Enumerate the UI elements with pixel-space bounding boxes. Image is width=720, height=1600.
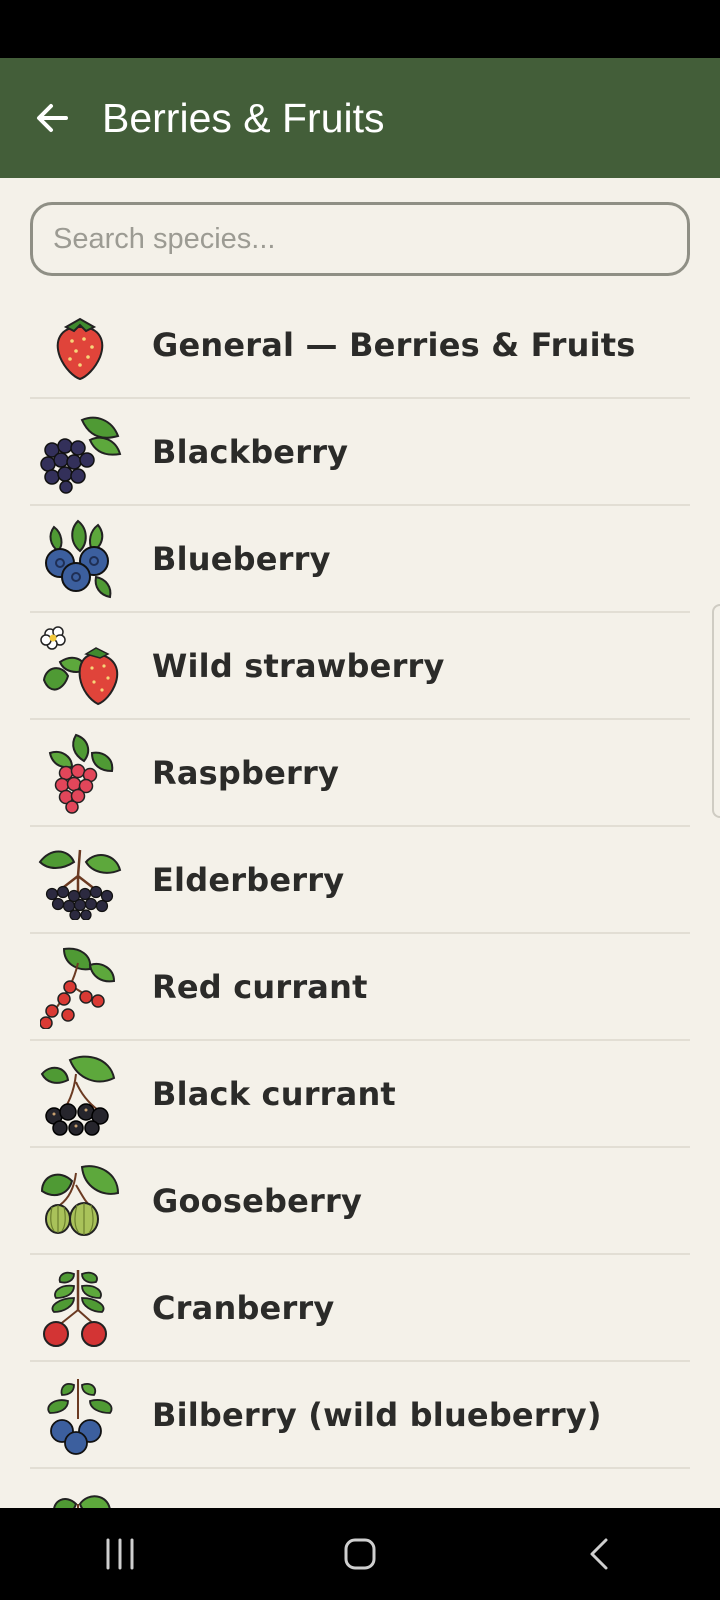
- list-item[interactable]: Bilberry (wild blueberry): [30, 1362, 690, 1469]
- list-item[interactable]: Black currant: [30, 1041, 690, 1148]
- search-box[interactable]: [30, 202, 690, 276]
- list-item-label: Bilberry (wild blueberry): [152, 1395, 602, 1434]
- raspberry-icon: [36, 729, 124, 817]
- list-item-label: Blackberry: [152, 432, 349, 471]
- list-item-label: Black currant: [152, 1074, 396, 1113]
- list-item-label: Red currant: [152, 967, 368, 1006]
- list-item[interactable]: Blueberry: [30, 506, 690, 613]
- list-item-label: Raspberry: [152, 753, 340, 792]
- list-item-label: Gooseberry: [152, 1181, 363, 1220]
- status-bar: [0, 0, 720, 58]
- home-icon: [344, 1538, 376, 1570]
- list-item-label: Wild strawberry: [152, 646, 445, 685]
- recent-apps-button[interactable]: [80, 1524, 160, 1584]
- elderberry-icon: [36, 836, 124, 924]
- system-back-button[interactable]: [560, 1524, 640, 1584]
- recent-apps-icon: [106, 1538, 134, 1570]
- list-item[interactable]: Blackberry: [30, 399, 690, 506]
- wild-strawberry-icon: [36, 622, 124, 710]
- list-item[interactable]: Red currant: [30, 934, 690, 1041]
- black-currant-icon: [36, 1050, 124, 1138]
- list-item[interactable]: General — Berries & Fruits: [30, 292, 690, 399]
- back-icon: [590, 1538, 608, 1570]
- blackberry-icon: [36, 408, 124, 496]
- arrow-left-icon: [37, 104, 68, 132]
- list-item-label: General — Berries & Fruits: [152, 325, 636, 364]
- red-currant-icon: [36, 943, 124, 1031]
- cranberry-icon: [36, 1264, 124, 1352]
- list-item[interactable]: Raspberry: [30, 720, 690, 827]
- gooseberry-icon: [36, 1157, 124, 1245]
- blueberry-icon: [36, 515, 124, 603]
- list-item[interactable]: Cranberry: [30, 1255, 690, 1362]
- list-item-label: Cranberry: [152, 1288, 335, 1327]
- list-item[interactable]: [30, 1469, 690, 1508]
- list-item[interactable]: Gooseberry: [30, 1148, 690, 1255]
- search-input[interactable]: [33, 221, 687, 257]
- list-item[interactable]: Elderberry: [30, 827, 690, 934]
- strawberry-icon: [36, 301, 124, 389]
- system-nav-bar: [0, 1508, 720, 1600]
- scrollbar[interactable]: [712, 604, 720, 818]
- home-button[interactable]: [320, 1524, 400, 1584]
- list-item-label: Blueberry: [152, 539, 331, 578]
- back-button[interactable]: [24, 90, 80, 146]
- page-title: Berries & Fruits: [102, 94, 385, 141]
- list-item-label: Elderberry: [152, 860, 345, 899]
- list-item[interactable]: Wild strawberry: [30, 613, 690, 720]
- leaf-icon: [36, 1478, 124, 1508]
- app-bar: Berries & Fruits: [0, 58, 720, 178]
- species-list[interactable]: General — Berries & Fruits Blackberry Bl…: [30, 292, 690, 1508]
- bilberry-icon: [36, 1371, 124, 1459]
